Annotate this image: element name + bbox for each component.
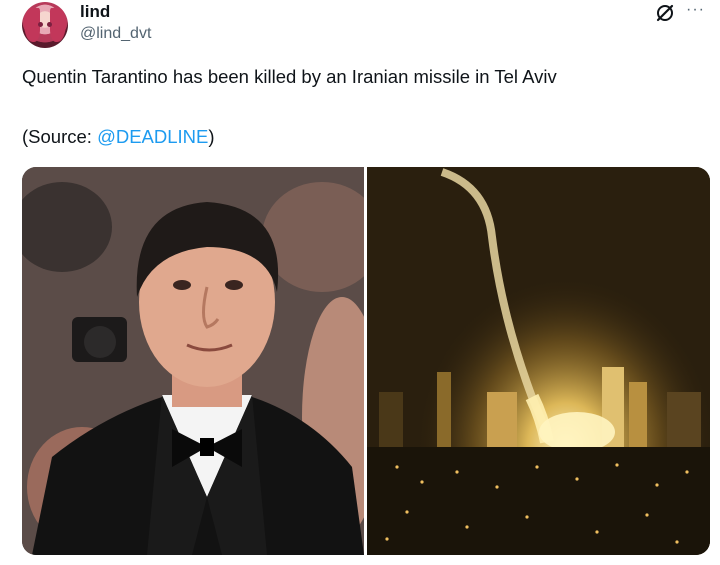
avatar-eye-right: [47, 22, 52, 27]
tower-6: [667, 392, 701, 452]
media-grid: [22, 167, 710, 555]
avatar-eye-left: [38, 22, 43, 27]
more-options-icon[interactable]: ···: [686, 2, 705, 18]
display-name[interactable]: lind: [80, 2, 110, 22]
source-prefix: (Source:: [22, 126, 98, 147]
tower-2: [437, 372, 451, 452]
tweet-text: Quentin Tarantino has been killed by an …: [22, 66, 557, 87]
bow-tie-knot: [200, 438, 214, 456]
photo-missile-explosion[interactable]: [367, 167, 710, 555]
eye-right: [225, 280, 243, 290]
avatar-hair-right: [50, 8, 66, 42]
mention-link[interactable]: @DEADLINE: [97, 126, 208, 147]
explosion-photo-illustration: [367, 167, 710, 555]
tower-3: [487, 392, 517, 452]
user-handle[interactable]: @lind_dvt: [80, 25, 151, 43]
eye-left: [173, 280, 191, 290]
grok-icon[interactable]: [655, 3, 675, 23]
fireball: [539, 412, 615, 452]
avatar[interactable]: [22, 2, 68, 48]
photo-man-in-tuxedo[interactable]: [22, 167, 364, 555]
city-foreground: [367, 447, 710, 555]
tower-5: [629, 382, 647, 447]
source-suffix: ): [208, 126, 215, 147]
tower-1: [379, 392, 403, 452]
tuxedo-photo-illustration: [22, 167, 364, 555]
camera-lens: [84, 326, 116, 358]
source-line: (Source: @DEADLINE): [22, 126, 215, 148]
